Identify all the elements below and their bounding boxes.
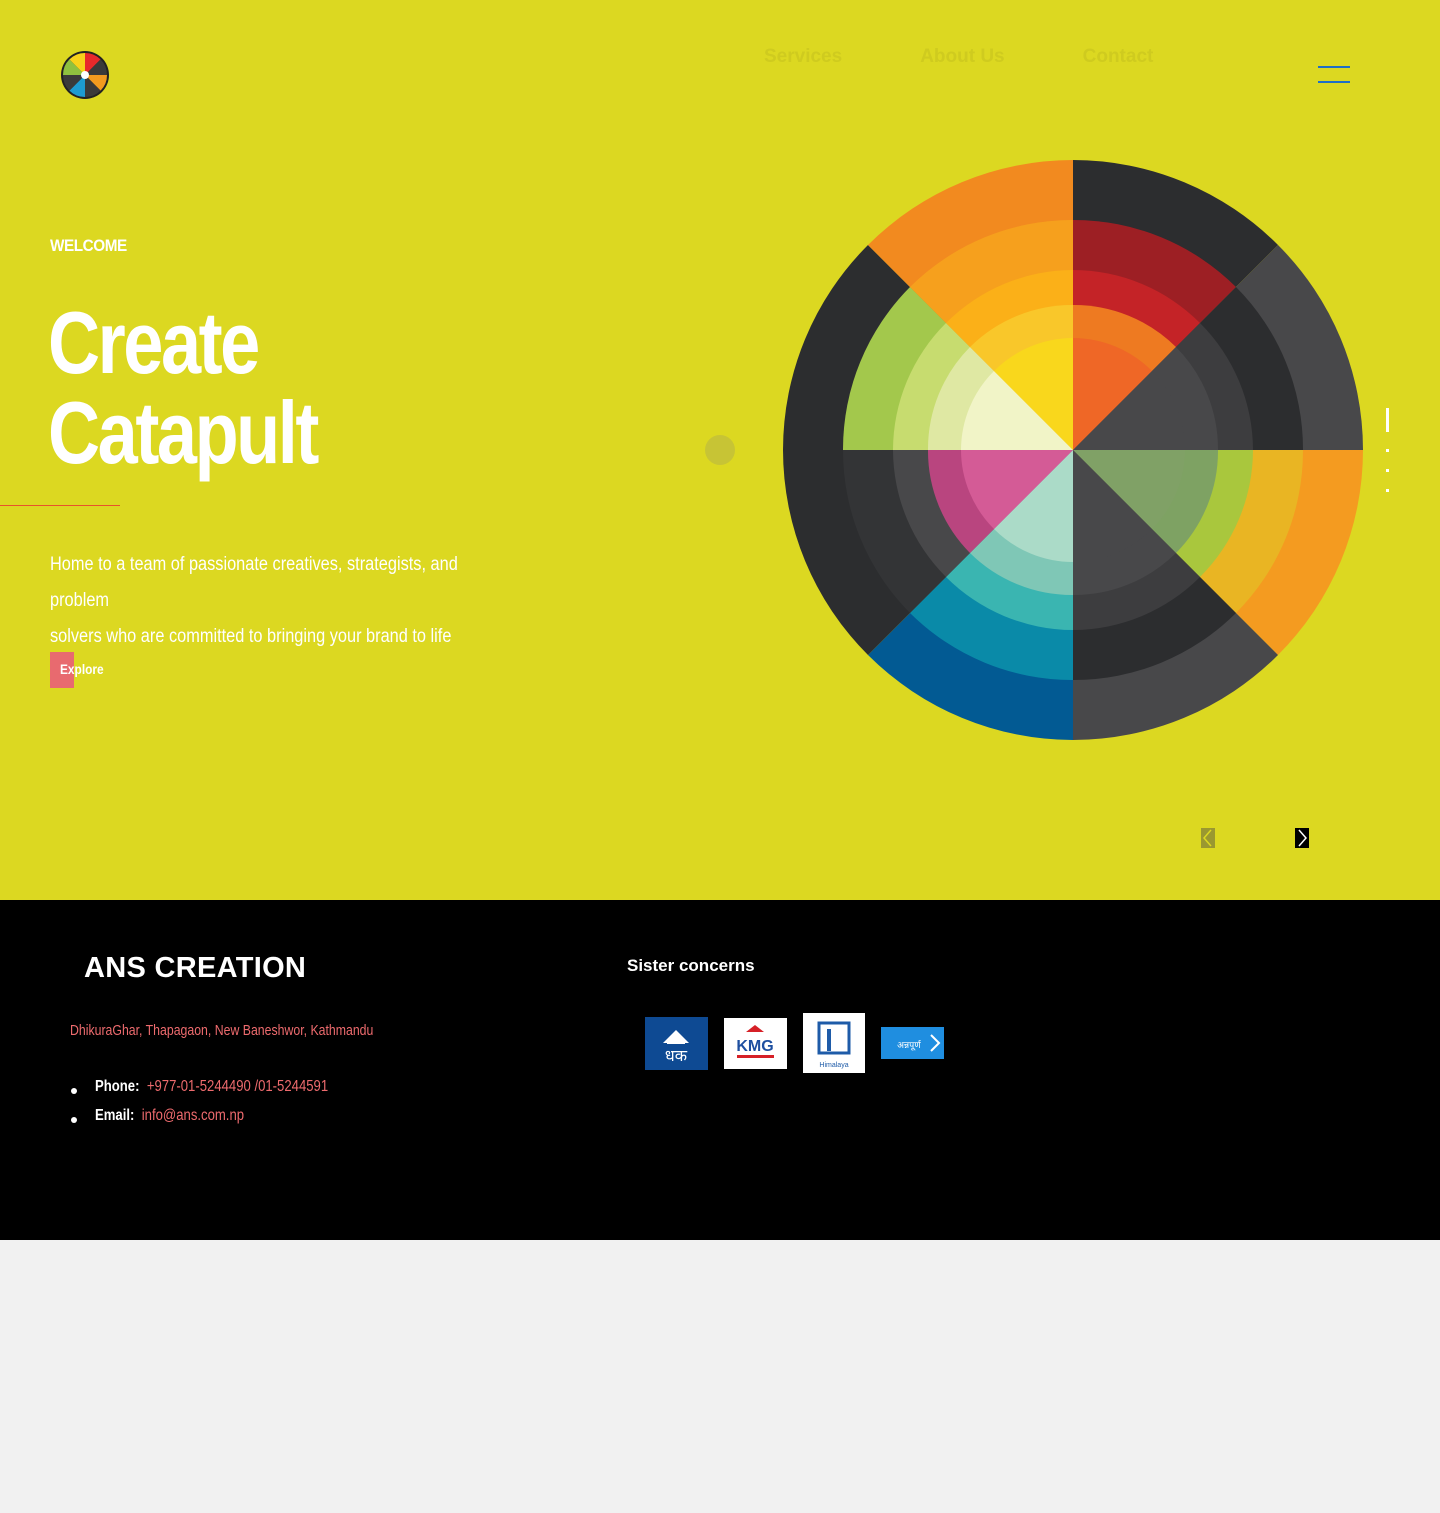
dhikura-ghar-logo[interactable]: धक (645, 1017, 708, 1070)
accent-divider (0, 505, 120, 506)
contact-email: Email: info@ans.com.np (70, 1107, 379, 1136)
pager-dot[interactable] (1386, 489, 1389, 492)
color-wheel-logo[interactable] (61, 51, 109, 99)
hero-lead-line-2: solvers who are committed to bringing yo… (50, 626, 452, 647)
hamburger-bar (1318, 66, 1350, 68)
pager-active-indicator[interactable] (1386, 408, 1389, 432)
email-link[interactable]: info@ans.com.np (142, 1107, 244, 1124)
footer-address: DhikuraGhar, Thapagaon, New Baneshwor, K… (70, 1022, 374, 1039)
nav-services[interactable]: Services (764, 46, 842, 68)
hero-lead-line-1: Home to a team of passionate creatives, … (50, 554, 458, 611)
sister-concerns-title: Sister concerns (627, 956, 755, 975)
hero-title-line-2: Catapult (48, 383, 319, 482)
footer-brand: ANS CREATION (84, 952, 307, 984)
annapurna-logo-text: अन्नपूर्ण (897, 1039, 922, 1051)
himalaya-logo-text: Himalaya (819, 1062, 848, 1069)
himalaya-logo[interactable]: Himalaya (803, 1013, 865, 1073)
contact-phone: Phone: +977-01-5244490 /01-5244591 (70, 1078, 379, 1107)
explore-button[interactable]: Explore (50, 652, 104, 688)
kmg-logo-text: KMG (736, 1038, 773, 1055)
annapurna-logo[interactable]: अन्नपूर्ण (881, 1027, 944, 1059)
phone-label: Phone: (95, 1078, 140, 1095)
hero-lead: Home to a team of passionate creatives, … (50, 547, 506, 655)
hero-eyebrow: WELCOME (50, 236, 127, 255)
nav-contact[interactable]: Contact (1083, 46, 1154, 68)
hero-title: Create Catapult (48, 298, 319, 478)
chevron-left-icon[interactable] (1201, 828, 1215, 848)
explore-button-label: Explore (60, 661, 104, 677)
hero-section: Services About Us Contact WELCOME Create… (0, 0, 1440, 900)
footer-contact-list: Phone: +977-01-5244490 /01-5244591 Email:… (70, 1078, 379, 1136)
hero-title-line-1: Create (48, 293, 260, 392)
nav-about-us[interactable]: About Us (920, 46, 1004, 68)
site-footer: ANS CREATION DhikuraGhar, Thapagaon, New… (0, 900, 1440, 1240)
kmg-logo[interactable]: KMG (724, 1018, 787, 1069)
pager-dot[interactable] (1386, 469, 1389, 472)
email-label: Email: (95, 1107, 135, 1124)
hamburger-bar (1318, 81, 1350, 83)
hamburger-icon[interactable] (1318, 66, 1350, 84)
phone-link[interactable]: +977-01-5244490 /01-5244591 (147, 1078, 328, 1095)
slider-cursor-dot (705, 435, 735, 465)
chevron-right-icon[interactable] (1295, 828, 1309, 848)
pager-dot[interactable] (1386, 449, 1389, 452)
color-wheel-illustration (783, 160, 1363, 740)
dhikura-ghar-logo-text: धक (665, 1046, 688, 1065)
main-nav: Services About Us Contact (764, 46, 1153, 68)
